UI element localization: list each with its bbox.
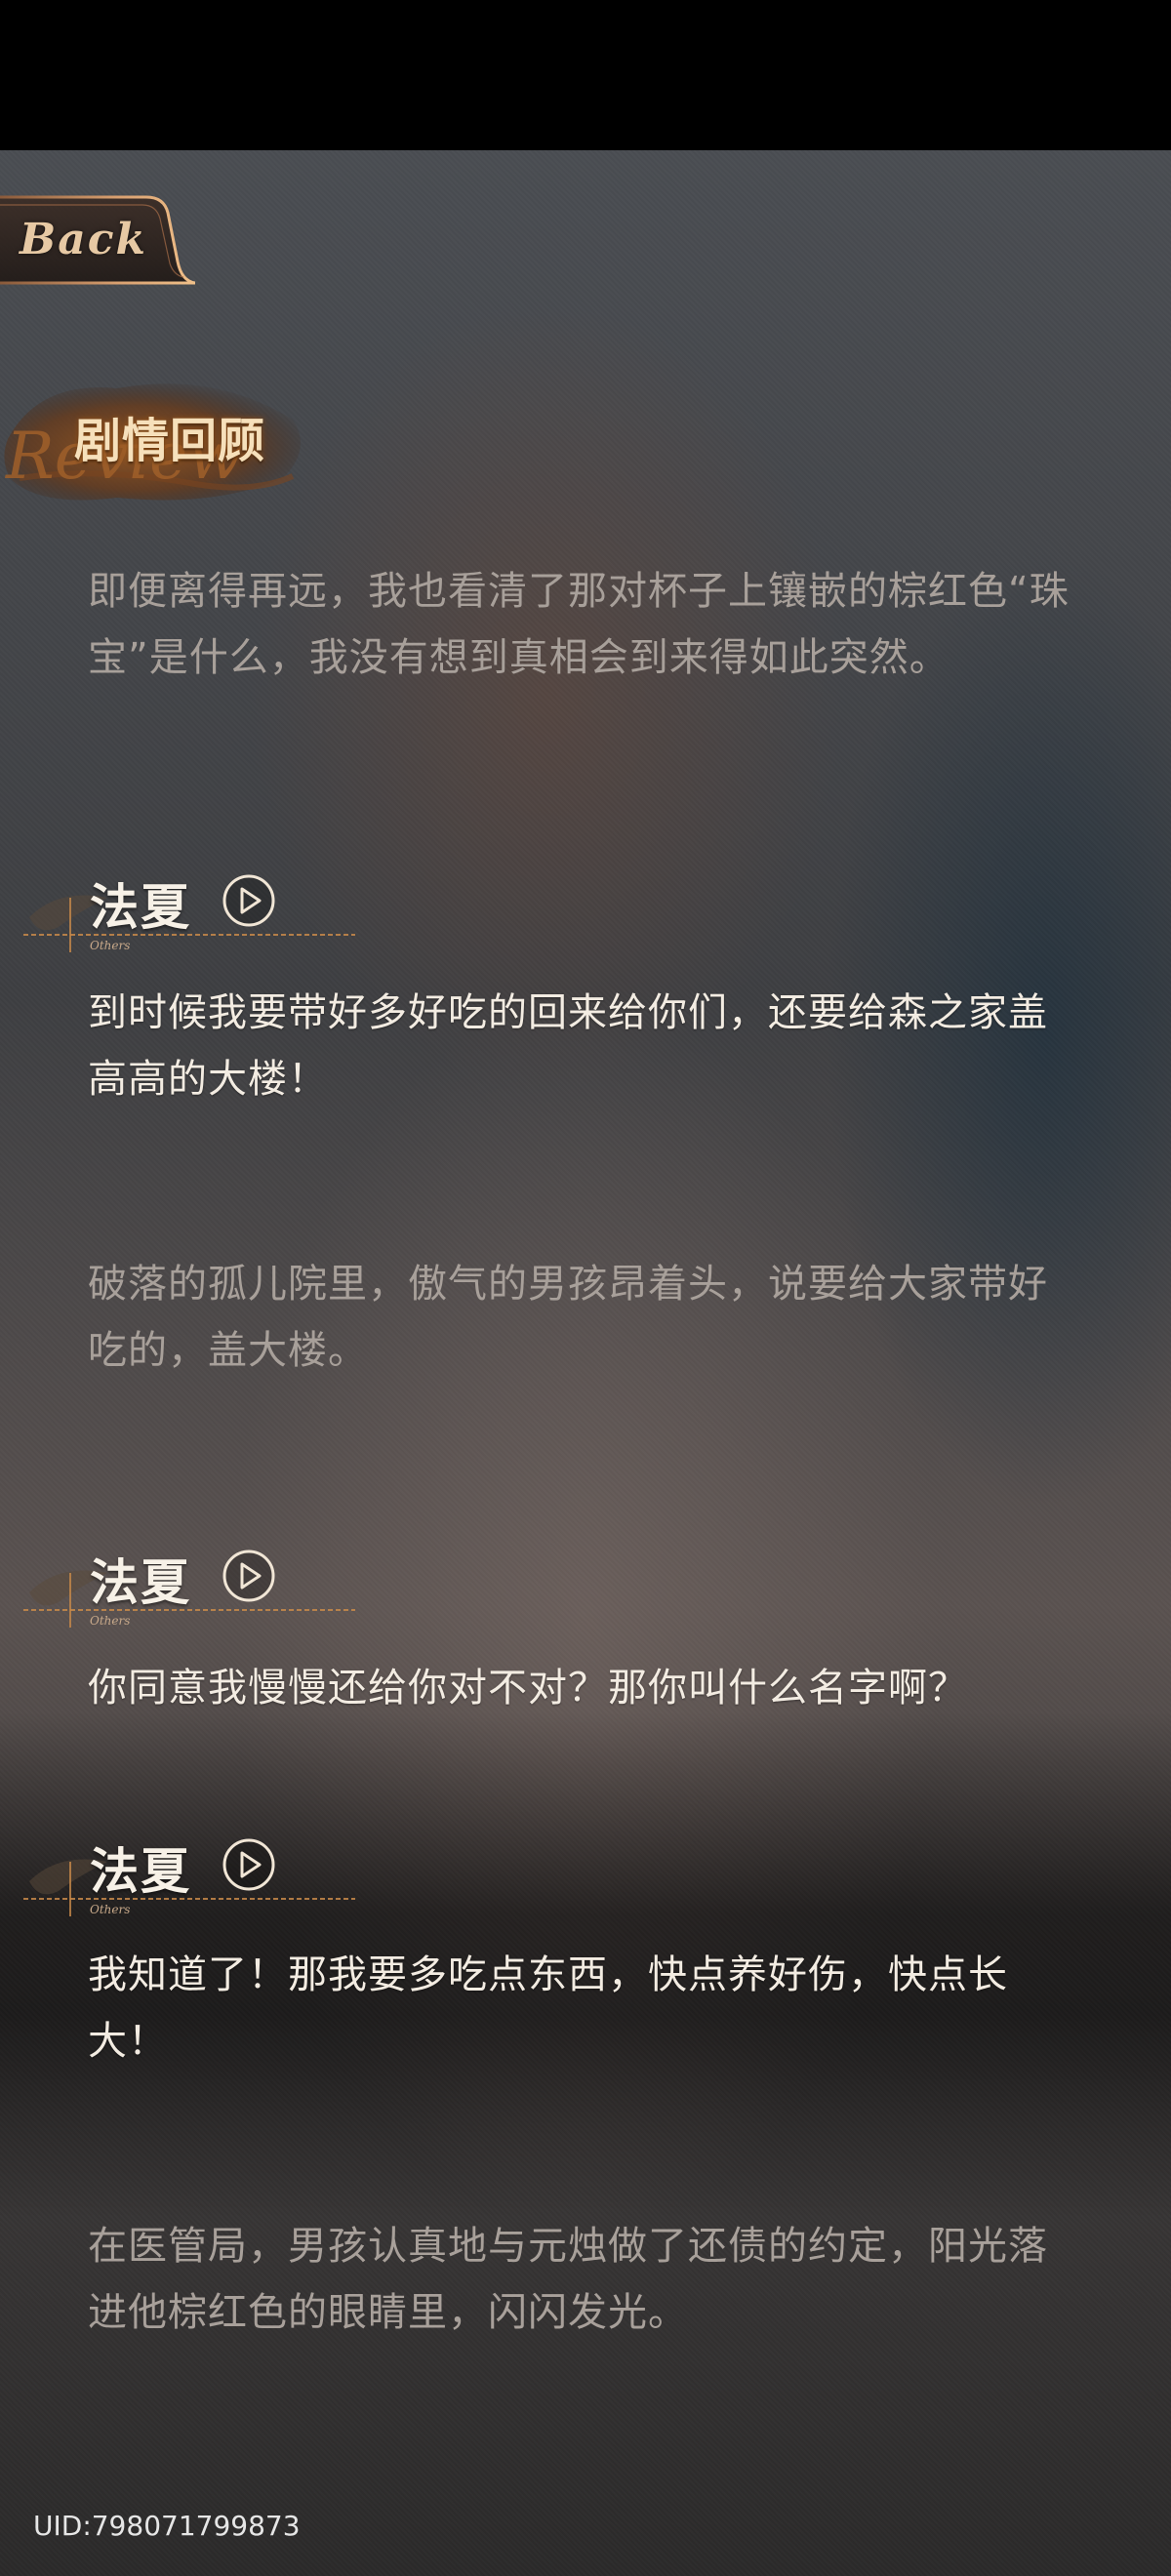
speaker-header: 法夏 Others (20, 1823, 371, 1930)
speaker-ornament-icon (23, 1570, 355, 1628)
narration-text: 破落的孤儿院里，傲气的男孩昂着头，说要给大家带好吃的，盖大楼。 (88, 1262, 1048, 1373)
play-voice-icon[interactable] (221, 872, 277, 929)
narration-text: 在医管局，男孩认真地与元烛做了还债的约定，阳光落进他棕红色的眼睛里，闪闪发光。 (88, 2224, 1048, 2335)
speaker-subtitle: Others (90, 1903, 131, 1916)
speaker-header: 法夏 Others (20, 859, 371, 966)
play-voice-icon[interactable] (221, 1548, 277, 1604)
user-id-label: UID:798071799873 (33, 2510, 301, 2542)
dialogue-text: 到时候我要带好多好吃的回来给你们，还要给森之家盖高高的大楼！ (88, 990, 1048, 1102)
speaker-ornament-icon (23, 895, 355, 952)
back-button-label: Back (20, 215, 147, 264)
speaker-subtitle: Others (90, 1614, 131, 1628)
status-bar-area (0, 0, 1171, 150)
speaker-name: 法夏 (90, 1843, 191, 1900)
narration-text: 即便离得再远，我也看清了那对杯子上镶嵌的棕红色“珠宝”是什么，我没有想到真相会到… (88, 569, 1070, 680)
speaker-name: 法夏 (90, 879, 191, 936)
dialogue-text: 我知道了！那我要多吃点东西，快点养好伤，快点长大！ (88, 1952, 1008, 2064)
speaker-header: 法夏 Others (20, 1534, 371, 1641)
dialogue-text: 你同意我慢慢还给你对不对？那你叫什么名字啊？ (88, 1666, 968, 1711)
play-voice-icon[interactable] (221, 1836, 277, 1893)
speaker-name: 法夏 (90, 1554, 191, 1611)
speaker-ornament-icon (23, 1859, 355, 1916)
back-button[interactable]: Back (0, 193, 195, 289)
speaker-subtitle: Others (90, 939, 131, 952)
section-header: Review 剧情回顾 (0, 361, 322, 537)
section-title: 剧情回顾 (74, 414, 266, 468)
